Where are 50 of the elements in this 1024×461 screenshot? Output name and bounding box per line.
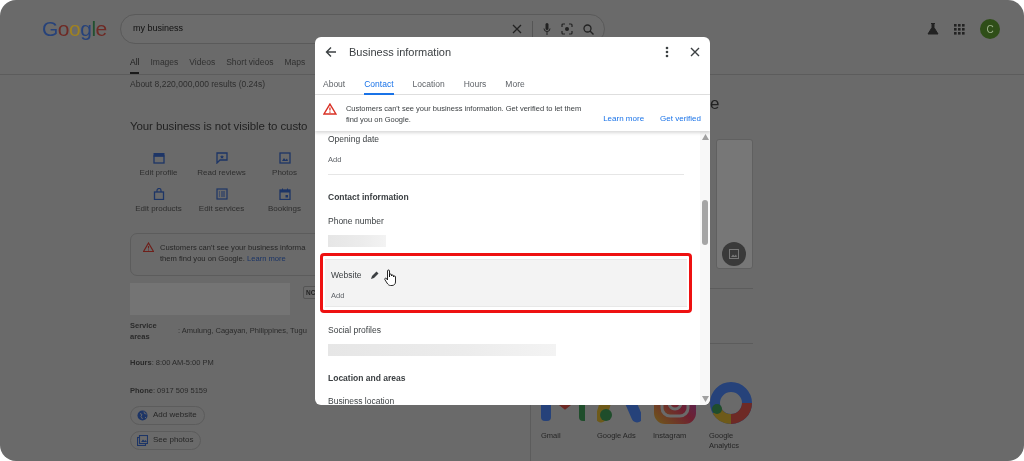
apps-grid-icon[interactable] [954, 23, 965, 35]
globe-icon [137, 409, 148, 421]
back-arrow-icon [325, 46, 337, 58]
google-logo[interactable]: Google [42, 13, 120, 45]
warning-icon [323, 103, 337, 115]
image-icon [729, 249, 739, 259]
section-heading: Location and areas [328, 371, 407, 385]
scroll-up-arrow-icon[interactable] [701, 134, 709, 140]
section-heading: Contact information [328, 191, 410, 204]
image-icon [278, 152, 291, 164]
flask-icon[interactable] [927, 23, 939, 35]
back-button[interactable] [325, 46, 337, 58]
search-field[interactable]: my business [133, 22, 512, 36]
scrollbar[interactable] [700, 131, 710, 405]
banner-link[interactable]: Get verified [660, 113, 701, 125]
clear-icon[interactable] [512, 24, 522, 34]
search-tab[interactable]: All [130, 44, 140, 74]
review-icon [215, 152, 228, 164]
close-button[interactable] [690, 47, 700, 57]
dialog-tab[interactable]: About [323, 67, 346, 95]
list-icon [215, 188, 228, 200]
dialog-tab[interactable]: More [505, 67, 525, 95]
storefront-icon [152, 152, 165, 164]
dialog-title: Business information [349, 44, 452, 60]
photos-icon [137, 434, 148, 446]
banner-link[interactable]: Learn more [603, 113, 645, 125]
camera-lens-icon[interactable] [561, 23, 573, 35]
close-icon [690, 47, 700, 57]
field-label: Website [331, 269, 362, 282]
hand-pointer-icon [383, 268, 396, 286]
field-label: Phone number [328, 214, 384, 228]
calendar-icon [278, 188, 291, 200]
more-options-button[interactable] [665, 46, 669, 58]
kebab-menu-icon [665, 46, 669, 58]
shopping-bag-icon [152, 188, 165, 200]
search-icon[interactable] [583, 23, 594, 35]
warning-icon [143, 242, 154, 252]
field-label: Business location [328, 395, 395, 405]
heading-fragment: e [710, 95, 720, 112]
ring-logo-icon[interactable] [709, 381, 753, 425]
panel-heading: Your business is not visible to custo [130, 118, 308, 134]
pencil-icon[interactable] [369, 271, 379, 280]
account-avatar[interactable]: C [980, 19, 1000, 39]
field-label: Opening date [328, 133, 380, 146]
scroll-down-arrow-icon[interactable] [701, 396, 709, 402]
dialog-tab[interactable]: Location [412, 67, 445, 95]
dialog-tab[interactable]: Hours [463, 67, 487, 95]
microphone-icon[interactable] [543, 23, 551, 35]
dialog-tab[interactable]: Contact [364, 67, 394, 95]
field-label: Social profiles [328, 323, 381, 337]
